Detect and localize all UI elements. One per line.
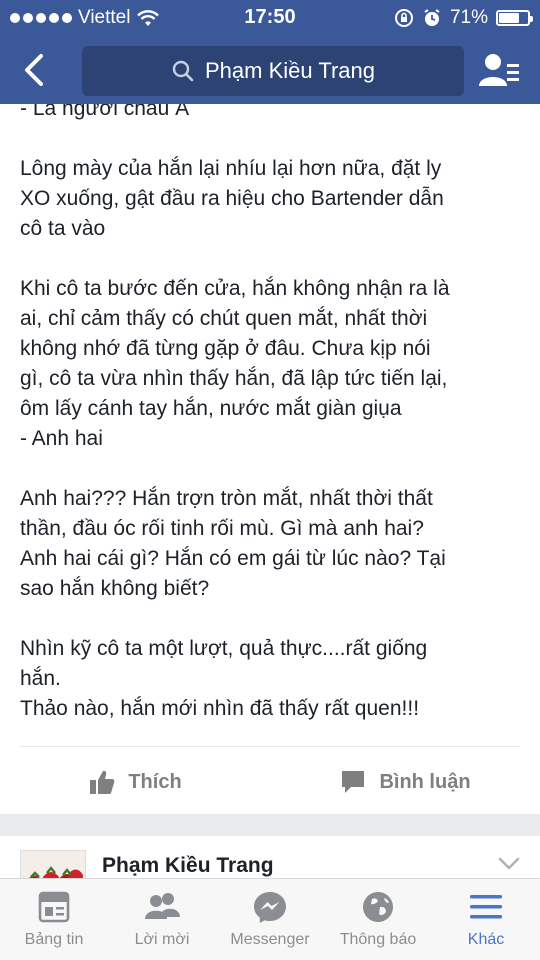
like-button[interactable]: Thích — [0, 750, 270, 814]
notifications-globe-icon — [363, 892, 393, 922]
tab-label: Thông báo — [339, 931, 417, 948]
post-line: ai, chỉ cảm thấy có chút quen mắt, nhất … — [20, 307, 428, 330]
tab-friend-requests[interactable]: Lời mời — [108, 879, 216, 960]
post-line: Khi cô ta bước đến cửa, hắn không nhận r… — [20, 277, 450, 300]
post-line: - Anh hai — [20, 427, 103, 450]
post-line: Nhìn kỹ cô ta một lượt, quả thực....rất … — [20, 637, 428, 660]
post-line: Anh hai??? Hắn trợn tròn mắt, nhất thời … — [20, 487, 433, 510]
thumbs-up-icon — [90, 770, 115, 794]
chevron-down-icon[interactable] — [498, 856, 520, 872]
tab-label: Bảng tin — [24, 931, 84, 948]
like-label: Thích — [128, 770, 182, 793]
person-list-icon — [479, 54, 519, 86]
alarm-icon — [424, 9, 440, 26]
back-button[interactable] — [14, 50, 54, 90]
search-icon — [172, 60, 194, 82]
post-line: hắn. — [20, 667, 61, 690]
tab-news-feed[interactable]: Bảng tin — [0, 879, 108, 960]
post-line: Thảo nào, hắn mới nhìn đã thấy rất quen!… — [20, 697, 420, 720]
post-divider — [20, 746, 520, 747]
post-line: XO xuống, gật đầu ra hiệu cho Bartender … — [20, 187, 444, 210]
tab-label: Khác — [467, 931, 505, 948]
messenger-icon — [254, 892, 286, 923]
post-line: sao hắn không biết? — [20, 577, 210, 600]
post-line: cô ta vào — [20, 217, 106, 240]
friend-options-button[interactable] — [478, 50, 522, 90]
feed-separator — [0, 814, 540, 836]
post-body: - Là người châu Á Lông mày của hắn lại nh… — [20, 94, 525, 724]
comment-label: Bình luận — [379, 770, 471, 793]
post-line: ôm lấy cánh tay hắn, nước mắt giàn giụa — [20, 397, 402, 420]
status-indicators: 71% — [394, 7, 533, 29]
post-line: thần, đầu óc rối tinh rối mù. Gì mà anh … — [20, 517, 424, 540]
search-query: Phạm Kiều Trang — [205, 58, 375, 83]
menu-icon — [470, 895, 502, 919]
bottom-tab-bar: Bảng tin Lời mời Messenger Thông báo Khá… — [0, 878, 540, 960]
tab-notifications[interactable]: Thông báo — [324, 879, 432, 960]
tab-label: Lời mời — [134, 931, 190, 948]
tab-more[interactable]: Khác — [432, 879, 540, 960]
tab-messenger[interactable]: Messenger — [216, 879, 324, 960]
app-header: Viettel 17:50 71% Phạm Kiều Trang — [0, 0, 540, 104]
battery-percent: 71% — [449, 7, 488, 28]
post-line: không nhớ đã từng gặp ở đâu. Chưa kịp nó… — [20, 337, 431, 360]
post-line: Lông mày của hắn lại nhíu lại hơn nữa, đ… — [20, 157, 442, 180]
friend-requests-icon — [145, 893, 180, 919]
tab-label: Messenger — [230, 931, 310, 948]
chevron-left-icon — [25, 54, 43, 86]
author-name[interactable]: Phạm Kiều Trang — [102, 854, 274, 878]
battery-icon — [496, 10, 533, 26]
news-feed-icon — [38, 891, 70, 923]
post-line: gì, cô ta vừa nhìn thấy hắn, đã lập tức … — [20, 367, 448, 390]
battery-fill — [499, 13, 519, 23]
rotation-lock-icon — [394, 9, 413, 27]
post-actions: Thích Bình luận — [0, 750, 540, 814]
search-bar[interactable]: Phạm Kiều Trang — [82, 46, 464, 96]
status-bar: Viettel 17:50 71% — [0, 0, 540, 36]
nav-bar: Phạm Kiều Trang — [0, 36, 540, 104]
comment-button[interactable]: Bình luận — [270, 750, 540, 814]
post-line: Anh hai cái gì? Hắn có em gái từ lúc nào… — [20, 547, 446, 570]
comment-bubble-icon — [342, 771, 365, 793]
